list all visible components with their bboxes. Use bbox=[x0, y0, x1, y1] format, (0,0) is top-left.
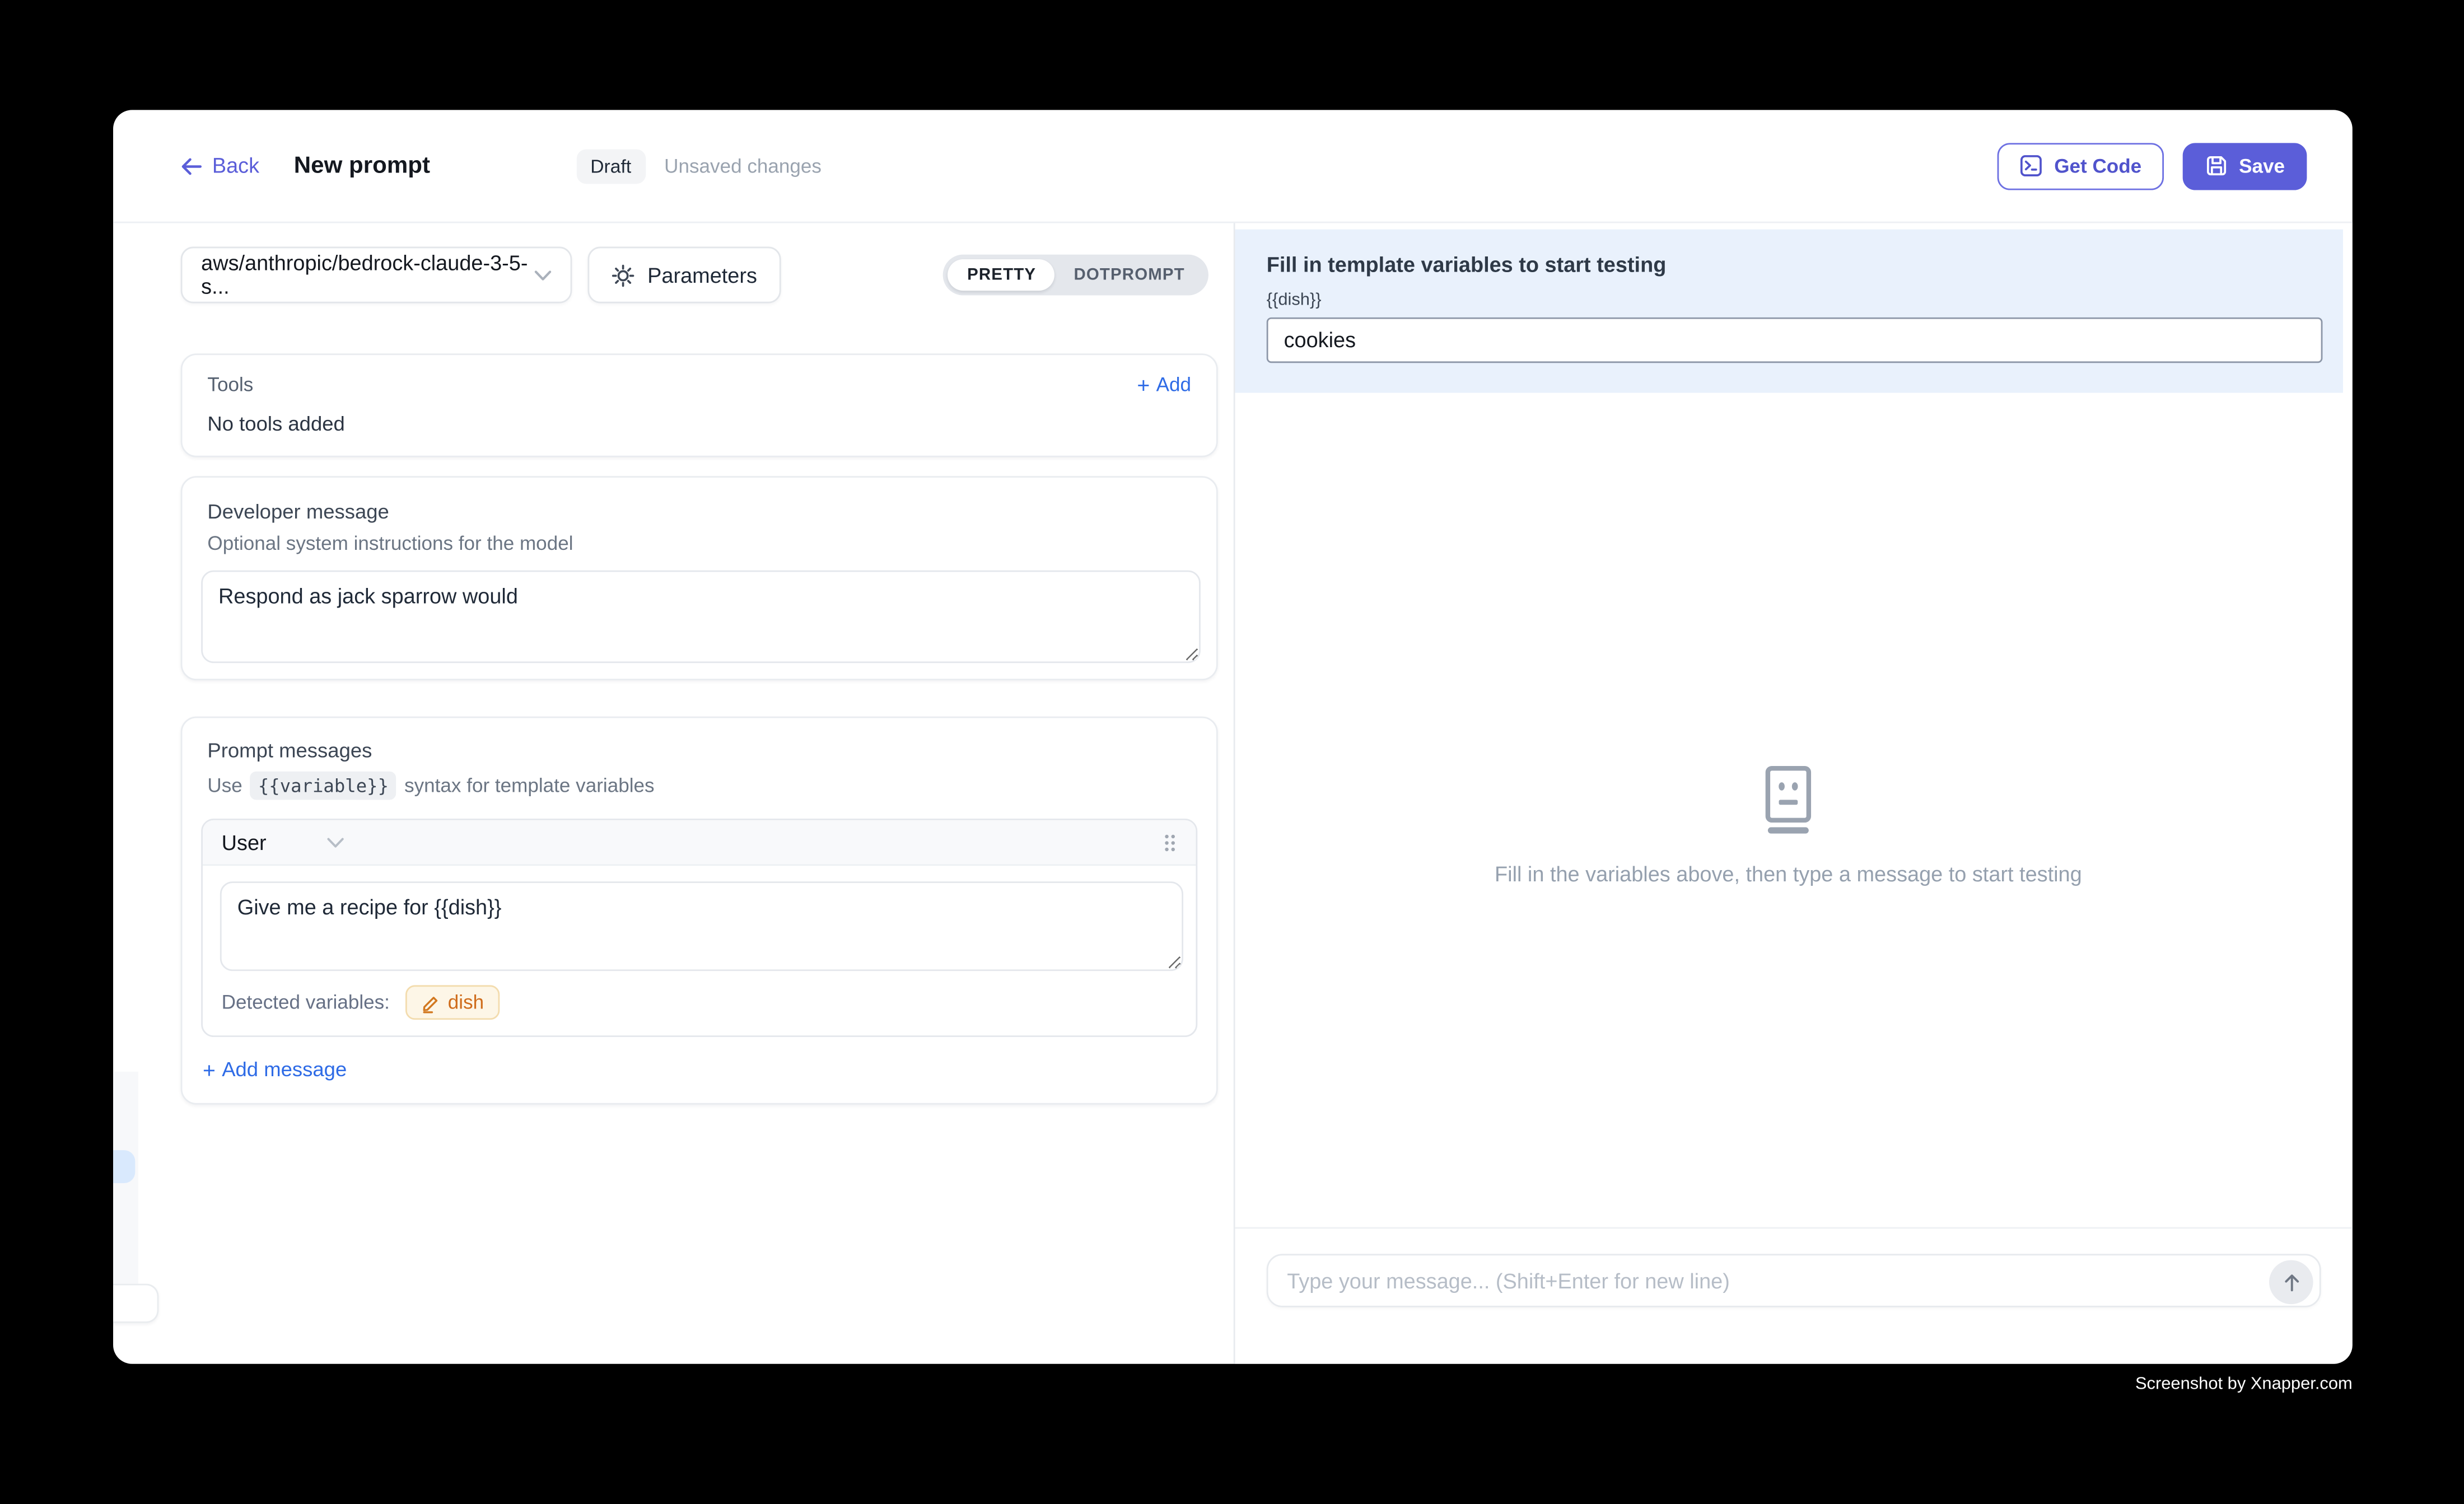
window-header: Back New prompt Draft Unsaved changes Ge… bbox=[113, 110, 2353, 223]
toggle-pretty[interactable]: PRETTY bbox=[948, 259, 1054, 291]
add-message-button[interactable]: + Add message bbox=[201, 1058, 1197, 1081]
variable-value-input[interactable] bbox=[1267, 317, 2323, 363]
get-code-label: Get Code bbox=[2054, 155, 2141, 176]
view-mode-toggle: PRETTY DOTPROMPT bbox=[944, 255, 1208, 296]
arrow-up-icon bbox=[2281, 1272, 2301, 1292]
banner-title: Fill in template variables to start test… bbox=[1267, 253, 2323, 277]
gear-icon bbox=[612, 263, 635, 287]
unsaved-changes-label: Unsaved changes bbox=[664, 155, 822, 176]
message-body: Give me a recipe for {{dish}} bbox=[203, 866, 1196, 971]
header-actions: Get Code Save bbox=[1998, 142, 2307, 189]
chat-message-input[interactable] bbox=[1268, 1255, 2320, 1306]
chat-empty-state: Fill in the variables above, then type a… bbox=[1235, 765, 2342, 886]
hint-suffix: syntax for template variables bbox=[404, 774, 654, 796]
variable-chip-label: dish bbox=[448, 992, 484, 1013]
screenshot-stage: Back New prompt Draft Unsaved changes Ge… bbox=[0, 0, 2464, 1503]
terminal-icon bbox=[2020, 154, 2043, 178]
developer-message-card: Developer message Optional system instru… bbox=[181, 476, 1218, 680]
model-select[interactable]: aws/anthropic/bedrock-claude-3-5-s... bbox=[181, 247, 572, 303]
app-window: Back New prompt Draft Unsaved changes Ge… bbox=[113, 110, 2353, 1363]
window-body: aws/anthropic/bedrock-claude-3-5-s... bbox=[113, 223, 2353, 1363]
pencil-icon bbox=[421, 992, 440, 1012]
chat-empty-text: Fill in the variables above, then type a… bbox=[1235, 863, 2342, 886]
detected-variables-label: Detected variables: bbox=[222, 992, 390, 1013]
add-tool-label: Add bbox=[1156, 374, 1191, 396]
parameters-button[interactable]: Parameters bbox=[587, 247, 781, 303]
hint-prefix: Use bbox=[207, 774, 242, 796]
status-badge: Draft bbox=[576, 148, 646, 183]
plus-icon: + bbox=[203, 1058, 216, 1080]
role-select-value: User bbox=[222, 830, 267, 854]
prompt-messages-title: Prompt messages bbox=[201, 739, 1197, 762]
prompt-editor-pane: aws/anthropic/bedrock-claude-3-5-s... bbox=[113, 223, 1235, 1363]
developer-message-textarea[interactable]: Respond as jack sparrow would bbox=[201, 571, 1201, 664]
save-label: Save bbox=[2239, 155, 2285, 176]
variable-chip-dish[interactable]: dish bbox=[405, 985, 500, 1020]
plus-icon: + bbox=[1137, 374, 1150, 396]
drag-handle-icon[interactable] bbox=[1163, 832, 1177, 852]
sidebar-peek-card bbox=[113, 1284, 158, 1323]
chevron-down-icon bbox=[534, 269, 552, 281]
arrow-left-icon bbox=[181, 156, 203, 175]
model-toolbar: aws/anthropic/bedrock-claude-3-5-s... bbox=[181, 247, 1234, 303]
role-select[interactable]: User bbox=[222, 830, 344, 854]
message-header: User bbox=[203, 820, 1196, 866]
chat-input-bar bbox=[1235, 1227, 2353, 1364]
save-button[interactable]: Save bbox=[2182, 142, 2307, 189]
get-code-button[interactable]: Get Code bbox=[1998, 142, 2163, 189]
prompt-messages-card: Prompt messages Use {{variable}} syntax … bbox=[181, 717, 1218, 1105]
tools-card: Tools + Add No tools added bbox=[181, 353, 1218, 457]
back-button[interactable]: Back bbox=[181, 154, 259, 178]
back-label: Back bbox=[212, 154, 259, 178]
template-variables-banner: Fill in template variables to start test… bbox=[1235, 230, 2343, 393]
watermark-label: Screenshot by Xnapper.com bbox=[0, 1375, 2353, 1394]
page-title: New prompt bbox=[294, 152, 430, 179]
tools-empty-text: No tools added bbox=[207, 412, 1191, 435]
chevron-down-icon bbox=[326, 837, 343, 848]
tools-title: Tools bbox=[207, 374, 253, 396]
variable-name-label: {{dish}} bbox=[1267, 291, 2323, 310]
model-select-value: aws/anthropic/bedrock-claude-3-5-s... bbox=[201, 251, 534, 298]
robot-face-icon bbox=[1235, 765, 2342, 834]
sidebar-peek-highlight bbox=[113, 1150, 135, 1183]
send-button[interactable] bbox=[2269, 1260, 2313, 1305]
message-textarea[interactable]: Give me a recipe for {{dish}} bbox=[220, 881, 1183, 971]
save-icon bbox=[2204, 154, 2228, 178]
developer-message-subtitle: Optional system instructions for the mod… bbox=[201, 533, 1197, 554]
add-message-label: Add message bbox=[222, 1058, 347, 1081]
chat-input-container bbox=[1267, 1254, 2321, 1307]
detected-variables-row: Detected variables: dish bbox=[203, 971, 1196, 1035]
add-tool-button[interactable]: + Add bbox=[1137, 374, 1191, 396]
message-block: User bbox=[201, 819, 1197, 1037]
developer-message-title: Developer message bbox=[201, 499, 1197, 523]
template-variable-hint: Use {{variable}} syntax for template var… bbox=[201, 772, 1197, 800]
toggle-dotprompt[interactable]: DOTPROMPT bbox=[1055, 259, 1204, 291]
variable-syntax-chip: {{variable}} bbox=[250, 772, 396, 800]
test-pane: Fill in template variables to start test… bbox=[1235, 223, 2353, 1363]
parameters-label: Parameters bbox=[647, 263, 757, 287]
